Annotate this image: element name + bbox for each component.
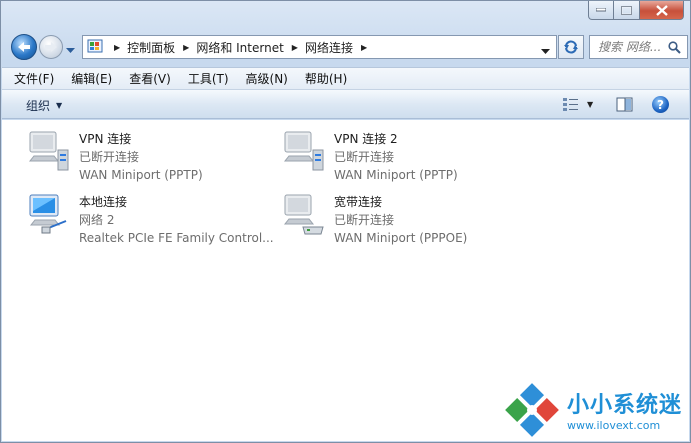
help-icon: ? <box>657 97 664 112</box>
chevron-down-icon <box>66 48 75 53</box>
breadcrumb-separator-icon[interactable]: ▶ <box>114 43 120 52</box>
caption-buttons <box>588 1 684 20</box>
connection-device: WAN Miniport (PPPOE) <box>334 231 468 245</box>
organize-label: 组织 <box>26 99 51 113</box>
connection-name: VPN 连接 2 <box>334 132 398 146</box>
connection-item-broadband[interactable]: 宽带连接 已断开连接 WAN Miniport (PPPOE) <box>281 185 531 245</box>
help-button[interactable]: ? <box>652 96 669 113</box>
chevron-down-icon <box>541 49 550 54</box>
recent-pages-dropdown[interactable] <box>66 43 75 57</box>
minimize-icon <box>596 8 606 12</box>
address-dropdown[interactable] <box>541 44 550 58</box>
connection-text: 宽带连接 已断开连接 WAN Miniport (PPPOE) <box>334 193 467 247</box>
vpn-connection-icon <box>28 131 69 171</box>
preview-pane-icon <box>616 97 633 112</box>
minimize-button[interactable] <box>588 1 614 20</box>
watermark: 小小系统迷 www.ilovext.com <box>499 377 689 441</box>
menu-help[interactable]: 帮助(H) <box>305 70 347 87</box>
menu-edit[interactable]: 编辑(E) <box>71 70 112 87</box>
vpn-connection-icon <box>283 131 324 171</box>
connection-device: WAN Miniport (PPTP) <box>79 168 203 182</box>
breadcrumb-control-panel[interactable]: 控制面板 <box>127 39 175 56</box>
breadcrumb-separator-icon[interactable]: ▶ <box>361 43 367 52</box>
change-view-button[interactable]: ▼ <box>562 97 593 112</box>
connection-status: 已断开连接 <box>79 150 140 164</box>
connection-text: 本地连接 网络 2 Realtek PCIe FE Family Control… <box>79 193 274 247</box>
maximize-button[interactable] <box>614 1 640 20</box>
preview-pane-button[interactable] <box>616 97 633 115</box>
search-input[interactable] <box>598 40 662 54</box>
control-panel-icon <box>87 39 103 53</box>
forward-button[interactable] <box>39 35 63 59</box>
view-options-icon <box>563 98 578 111</box>
menu-bar: 文件(F) 编辑(E) 查看(V) 工具(T) 高级(N) 帮助(H) <box>2 67 689 89</box>
forward-arrow-icon <box>45 42 57 52</box>
organize-button[interactable]: 组织 ▼ <box>26 97 62 114</box>
chevron-down-icon: ▼ <box>56 101 63 110</box>
close-icon <box>655 4 668 16</box>
breadcrumb-separator-icon[interactable]: ▶ <box>292 43 298 52</box>
menu-file[interactable]: 文件(F) <box>14 70 54 87</box>
chevron-down-icon[interactable]: ▼ <box>587 100 593 109</box>
watermark-url: www.ilovext.com <box>567 419 661 432</box>
connection-name: VPN 连接 <box>79 132 132 146</box>
watermark-title: 小小系统迷 <box>567 393 683 418</box>
connection-device: WAN Miniport (PPTP) <box>334 168 458 182</box>
back-arrow-icon <box>18 42 30 52</box>
connection-device: Realtek PCIe FE Family Control... <box>79 231 274 245</box>
command-bar: 组织 ▼ ▼ ? <box>2 89 689 119</box>
connection-name: 宽带连接 <box>334 195 383 209</box>
connection-item-vpn[interactable]: VPN 连接 已断开连接 WAN Miniport (PPTP) <box>26 122 276 182</box>
back-button[interactable] <box>11 34 37 60</box>
menu-tools[interactable]: 工具(T) <box>188 70 229 87</box>
breadcrumb-network-internet[interactable]: 网络和 Internet <box>196 39 283 56</box>
connection-text: VPN 连接 2 已断开连接 WAN Miniport (PPTP) <box>334 130 458 184</box>
connection-name: 本地连接 <box>79 195 128 209</box>
breadcrumb-separator-icon[interactable]: ▶ <box>183 43 189 52</box>
maximize-icon <box>621 5 632 15</box>
search-icon[interactable] <box>668 41 681 54</box>
search-box[interactable] <box>589 35 688 59</box>
address-bar[interactable]: ▶ 控制面板 ▶ 网络和 Internet ▶ 网络连接 ▶ <box>82 35 557 59</box>
watermark-logo-icon <box>505 383 559 437</box>
refresh-button[interactable] <box>558 35 584 59</box>
menu-view[interactable]: 查看(V) <box>129 70 171 87</box>
connection-status: 已断开连接 <box>334 213 395 227</box>
connection-text: VPN 连接 已断开连接 WAN Miniport (PPTP) <box>79 130 203 184</box>
navigation-bar: ▶ 控制面板 ▶ 网络和 Internet ▶ 网络连接 ▶ <box>9 32 688 60</box>
menu-advanced[interactable]: 高级(N) <box>246 70 288 87</box>
broadband-connection-icon <box>283 194 324 235</box>
connection-item-local[interactable]: 本地连接 网络 2 Realtek PCIe FE Family Control… <box>26 185 276 245</box>
connection-item-vpn-2[interactable]: VPN 连接 2 已断开连接 WAN Miniport (PPTP) <box>281 122 531 182</box>
breadcrumb-network-connections[interactable]: 网络连接 <box>305 39 353 56</box>
lan-connection-icon <box>29 194 67 234</box>
breadcrumb: ▶ 控制面板 ▶ 网络和 Internet ▶ 网络连接 ▶ <box>106 39 374 56</box>
connection-status: 网络 2 <box>79 213 115 227</box>
explorer-window: ▶ 控制面板 ▶ 网络和 Internet ▶ 网络连接 ▶ 搜索 网络... … <box>0 0 691 443</box>
close-button[interactable] <box>640 1 684 20</box>
connection-status: 已断开连接 <box>334 150 395 164</box>
refresh-icon <box>564 40 578 54</box>
